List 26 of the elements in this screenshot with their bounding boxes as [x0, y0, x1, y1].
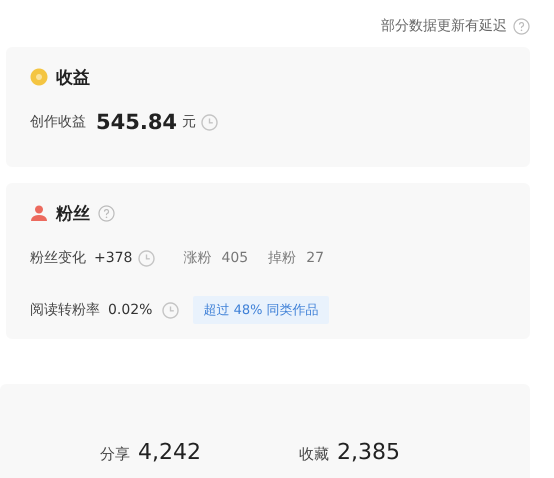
clock-icon[interactable] [162, 302, 180, 318]
coin-icon [30, 68, 48, 86]
section-title: 收益 [56, 66, 90, 88]
stat-value: 0.02% [108, 302, 152, 318]
comparison-badge: 超过 48% 同类作品 [193, 296, 329, 324]
stat-value: +378 [94, 250, 132, 266]
stat-value: 4,242 [138, 440, 201, 465]
stat-value: 27 [306, 250, 324, 266]
clock-icon[interactable] [138, 250, 156, 266]
person-icon [30, 204, 48, 222]
stat-label: 阅读转粉率 [30, 301, 100, 319]
delay-notice: 部分数据更新有延迟 [381, 17, 507, 35]
help-icon[interactable] [98, 204, 115, 222]
stat-value: 405 [221, 250, 248, 266]
income-value: 545.84 [96, 110, 178, 134]
stat-label: 分享 [100, 445, 130, 464]
unit-label: 元 [182, 113, 196, 131]
stat-label: 涨粉 [183, 249, 212, 267]
clock-icon[interactable] [201, 114, 218, 130]
stat-label: 创作收益 [30, 113, 86, 131]
help-icon[interactable] [513, 18, 530, 34]
stat-label: 掉粉 [268, 249, 296, 267]
stat-label: 粉丝变化 [30, 249, 86, 267]
stat-label: 收藏 [298, 445, 329, 464]
section-title: 粉丝 [56, 202, 90, 224]
stat-value: 2,385 [336, 440, 400, 465]
